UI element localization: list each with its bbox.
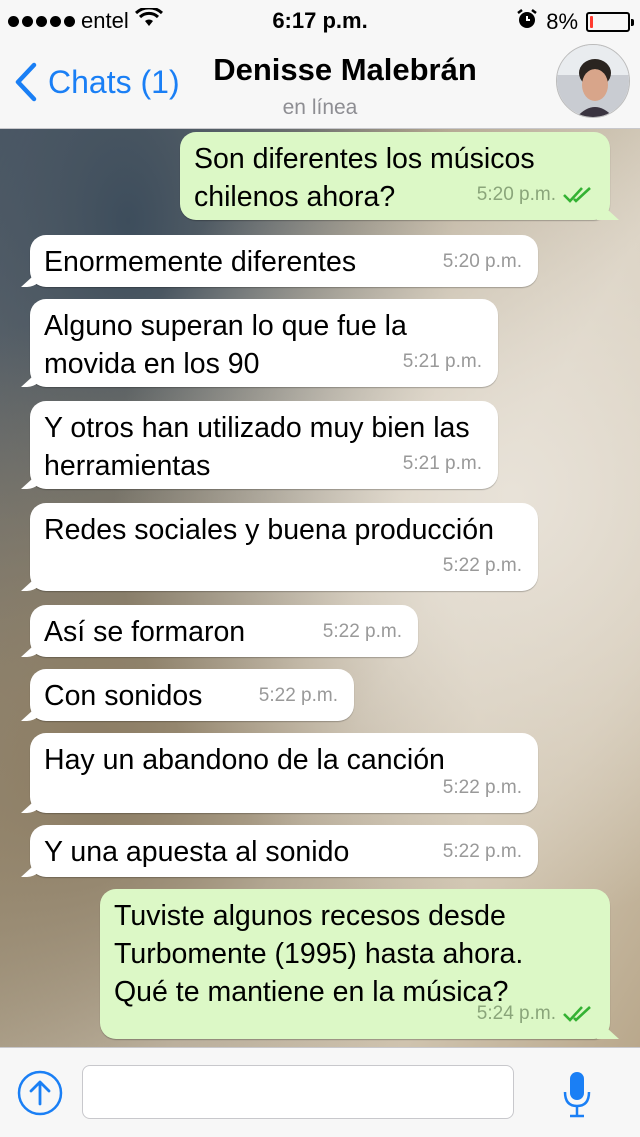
microphone-icon[interactable]	[562, 1070, 592, 1118]
message-time: 5:21 p.m.	[402, 351, 482, 372]
message-time: 5:22 p.m.	[442, 777, 522, 798]
message-time: 5:24 p.m.	[476, 1003, 556, 1024]
status-bar: entel 6:17 p.m. 8%	[0, 0, 640, 40]
message-time: 5:22 p.m.	[258, 685, 338, 706]
upload-icon[interactable]	[17, 1070, 63, 1116]
contact-status: en línea	[282, 96, 358, 119]
message-text: Redes sociales y buena producción	[44, 514, 494, 546]
compose-bar	[0, 1047, 640, 1137]
message-time: 5:22 p.m.	[322, 621, 402, 642]
battery-percent: 8%	[546, 9, 578, 34]
message-time: 5:20 p.m.	[442, 251, 522, 272]
alarm-icon	[516, 8, 538, 36]
message-bubble-incoming[interactable]: Redes sociales y buena producción 5:22 p…	[30, 503, 538, 591]
contact-name[interactable]: Denisse Malebrán	[0, 52, 640, 88]
message-bubble-incoming[interactable]: Así se formaron 5:22 p.m.	[30, 605, 418, 657]
double-check-icon	[563, 1006, 591, 1022]
double-check-icon	[563, 187, 591, 203]
message-bubble-incoming[interactable]: Y una apuesta al sonido 5:22 p.m.	[30, 825, 538, 877]
message-bubble-incoming[interactable]: Hay un abandono de la canción 5:22 p.m.	[30, 733, 538, 813]
nav-bar: Chats (1) Denisse Malebrán en línea	[0, 40, 640, 129]
message-list[interactable]: Son diferentes los músicos chilenos ahor…	[0, 129, 640, 1047]
message-bubble-incoming[interactable]: Alguno superan lo que fue la movida en l…	[30, 299, 498, 387]
message-time: 5:20 p.m.	[476, 184, 556, 205]
message-time: 5:22 p.m.	[442, 555, 522, 576]
message-input[interactable]	[82, 1065, 514, 1119]
message-text: Tuviste algunos recesos desde Turbomente…	[114, 900, 524, 1008]
message-time: 5:21 p.m.	[402, 453, 482, 474]
battery-icon	[586, 12, 634, 32]
message-bubble-incoming[interactable]: Con sonidos 5:22 p.m.	[30, 669, 354, 721]
avatar[interactable]	[556, 44, 630, 118]
message-meta: 5:24 p.m.	[477, 995, 594, 1033]
battery-level	[590, 16, 593, 28]
message-meta: 5:20 p.m.	[477, 176, 594, 214]
message-bubble-incoming[interactable]: Y otros han utilizado muy bien las herra…	[30, 401, 498, 489]
message-bubble-incoming[interactable]: Enormemente diferentes 5:20 p.m.	[30, 235, 538, 287]
message-bubble-outgoing[interactable]: Son diferentes los músicos chilenos ahor…	[180, 132, 610, 220]
message-time: 5:22 p.m.	[442, 841, 522, 862]
message-bubble-outgoing[interactable]: Tuviste algunos recesos desde Turbomente…	[100, 889, 610, 1039]
status-right: 8%	[516, 8, 634, 36]
